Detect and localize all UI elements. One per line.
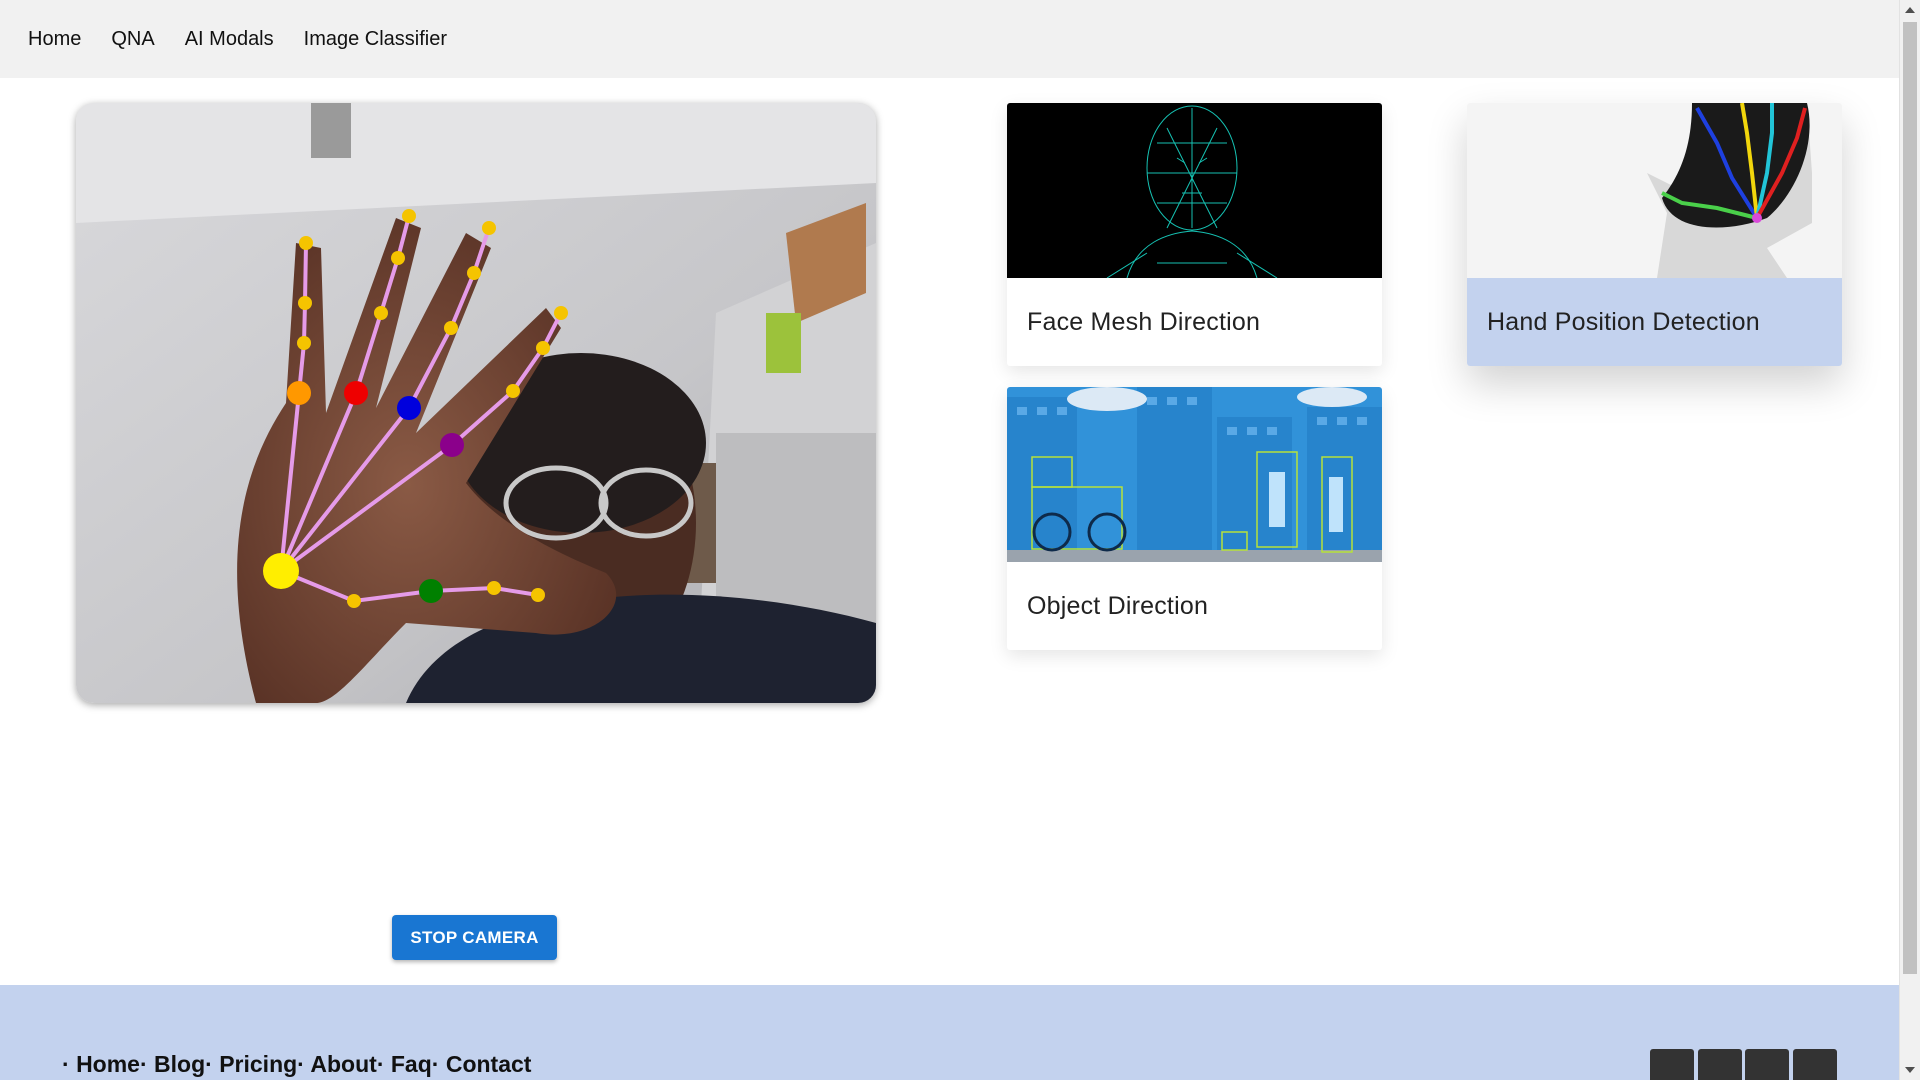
card-hand-position-detection[interactable]: Hand Position Detection [1467, 103, 1842, 366]
nav-image-classifier[interactable]: Image Classifier [304, 28, 447, 51]
card-object-direction[interactable]: Object Direction [1007, 387, 1382, 650]
footer-link-about[interactable]: About [310, 1051, 376, 1077]
hand-landmarks-thumbnail-icon [1467, 103, 1842, 278]
stop-camera-button[interactable]: STOP CAMERA [392, 915, 557, 960]
nav-home[interactable]: Home [28, 28, 81, 51]
footer-link-blog[interactable]: Blog [154, 1051, 205, 1077]
social-icon[interactable] [1745, 1049, 1789, 1080]
top-nav: Home QNA AI Modals Image Classifier [0, 0, 1899, 78]
camera-feed [76, 103, 876, 703]
card-title: Object Direction [1027, 591, 1209, 620]
card-title: Hand Position Detection [1467, 278, 1842, 366]
footer-link-faq[interactable]: Faq [391, 1051, 432, 1077]
webcam-feed-hand-landmarks-icon [76, 103, 876, 703]
nav-qna[interactable]: QNA [111, 28, 154, 51]
page-scrollbar[interactable] [1899, 0, 1920, 1080]
card-face-mesh[interactable]: Face Mesh Direction [1007, 103, 1382, 366]
scroll-up-arrow-icon[interactable] [1905, 7, 1915, 13]
footer-link-home[interactable]: Home [76, 1051, 140, 1077]
social-icon[interactable] [1793, 1049, 1837, 1080]
footer-link-contact[interactable]: Contact [446, 1051, 532, 1077]
social-icon[interactable] [1698, 1049, 1742, 1080]
footer-link-pricing[interactable]: Pricing [219, 1051, 297, 1077]
object-detection-thumbnail-icon [1007, 387, 1382, 562]
card-title: Face Mesh Direction [1027, 307, 1261, 336]
scroll-down-arrow-icon[interactable] [1905, 1067, 1915, 1073]
scrollbar-thumb[interactable] [1903, 22, 1917, 974]
nav-ai-modals[interactable]: AI Modals [185, 28, 274, 51]
face-mesh-thumbnail-icon [1007, 103, 1382, 278]
social-icon[interactable] [1650, 1049, 1694, 1080]
footer-links: · Home· Blog· Pricing· About· Faq· Conta… [62, 1051, 532, 1077]
footer: · Home· Blog· Pricing· About· Faq· Conta… [0, 985, 1899, 1080]
